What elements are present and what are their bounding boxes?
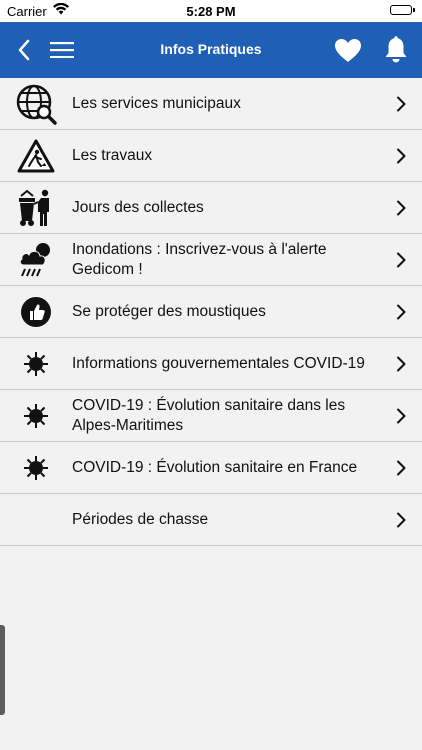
list-item-collectes[interactable]: Jours des collectes bbox=[0, 182, 422, 234]
chevron-right-icon bbox=[397, 148, 406, 163]
empty-icon-slot bbox=[14, 498, 58, 542]
list-item-travaux[interactable]: Les travaux bbox=[0, 130, 422, 182]
list-item-covid-gouvernement[interactable]: Informations gouvernementales COVID-19 bbox=[0, 338, 422, 390]
globe-search-icon bbox=[14, 82, 58, 126]
status-bar: Carrier 5:28 PM bbox=[0, 0, 422, 22]
roadwork-sign-icon bbox=[14, 134, 58, 178]
chevron-right-icon bbox=[397, 512, 406, 527]
info-list: Les services municipaux Les travaux Jour… bbox=[0, 78, 422, 546]
list-item-label: Jours des collectes bbox=[72, 198, 204, 216]
list-item-periodes-chasse[interactable]: Périodes de chasse bbox=[0, 494, 422, 546]
virus-icon bbox=[14, 342, 58, 386]
list-item-inondations[interactable]: Inondations : Inscrivez-vous à l'alerte … bbox=[0, 234, 422, 286]
chevron-right-icon bbox=[397, 408, 406, 423]
chevron-right-icon bbox=[397, 200, 406, 215]
list-item-label: Les services municipaux bbox=[72, 94, 241, 112]
chevron-right-icon bbox=[397, 356, 406, 371]
chevron-right-icon bbox=[397, 460, 406, 475]
clock: 5:28 PM bbox=[186, 4, 236, 19]
chevron-right-icon bbox=[397, 304, 406, 319]
rain-cloud-icon bbox=[14, 238, 58, 282]
list-item-services-municipaux[interactable]: Les services municipaux bbox=[0, 78, 422, 130]
virus-icon bbox=[14, 446, 58, 490]
list-item-covid-alpes-maritimes[interactable]: COVID-19 : Évolution sanitaire dans les … bbox=[0, 390, 422, 442]
battery-icon bbox=[390, 5, 415, 15]
chevron-right-icon bbox=[397, 252, 406, 267]
navigation-bar: Infos Pratiques bbox=[0, 22, 422, 78]
list-item-label: Inondations : Inscrivez-vous à l'alerte … bbox=[72, 240, 327, 278]
list-item-moustiques[interactable]: Se protéger des moustiques bbox=[0, 286, 422, 338]
thumbs-up-icon bbox=[14, 290, 58, 334]
chevron-right-icon bbox=[397, 96, 406, 111]
list-item-label: COVID-19 : Évolution sanitaire en France bbox=[72, 458, 358, 476]
side-drawer-handle[interactable] bbox=[0, 625, 5, 715]
favorites-button[interactable] bbox=[332, 35, 364, 65]
list-item-label: COVID-19 : Évolution sanitaire dans les … bbox=[72, 396, 346, 434]
notifications-button[interactable] bbox=[382, 34, 410, 66]
bell-icon bbox=[385, 36, 407, 63]
list-item-label: Informations gouvernementales COVID-19 bbox=[72, 354, 365, 372]
list-item-label: Périodes de chasse bbox=[72, 510, 209, 528]
list-item-covid-france[interactable]: COVID-19 : Évolution sanitaire en France bbox=[0, 442, 422, 494]
list-item-label: Les travaux bbox=[72, 146, 153, 164]
waste-collection-icon bbox=[14, 186, 58, 230]
list-item-label: Se protéger des moustiques bbox=[72, 302, 266, 320]
virus-icon bbox=[14, 394, 58, 438]
heart-icon bbox=[335, 38, 361, 62]
